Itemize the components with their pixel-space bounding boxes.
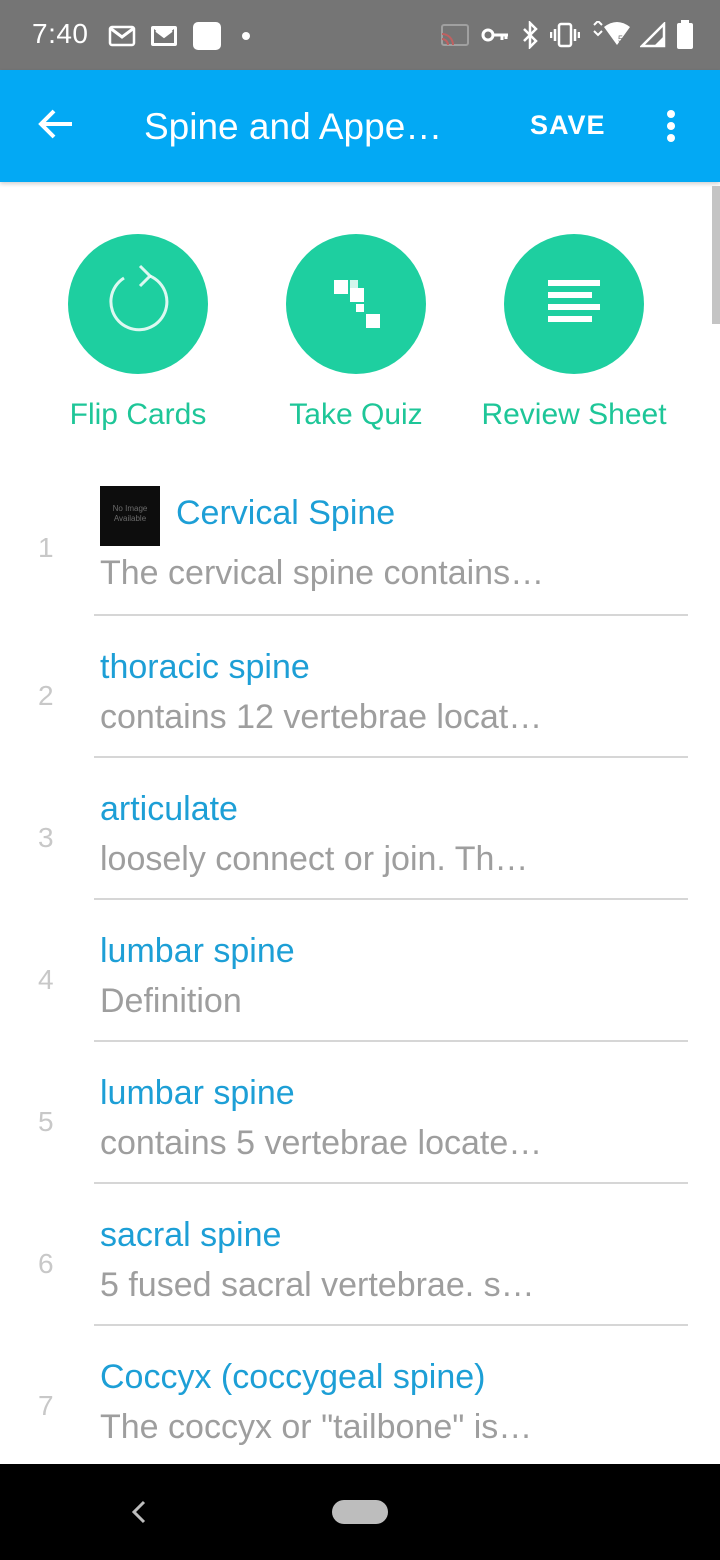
list-item[interactable]: 5 lumbar spine contains 5 vertebrae loca…	[0, 1042, 720, 1184]
refresh-icon	[98, 262, 178, 347]
more-options-button[interactable]	[656, 106, 686, 146]
quiz-grid-icon	[326, 272, 386, 337]
row-number: 6	[38, 1248, 54, 1279]
list-item[interactable]: 2 thoracic spine contains 12 vertebrae l…	[0, 616, 720, 758]
screen: 7:40 5 Spine and Appe… SAVE Flip Cards T…	[0, 0, 720, 1560]
card-definition: The coccyx or "tailbone" is…	[100, 1408, 533, 1446]
status-time: 7:40	[32, 18, 89, 49]
dot-icon	[236, 26, 256, 46]
home-pill-button[interactable]	[332, 1500, 388, 1524]
row-number: 7	[38, 1390, 54, 1421]
wifi-icon: 5	[590, 21, 630, 49]
back-button[interactable]	[36, 106, 76, 146]
flip-cards-button[interactable]: Flip Cards	[38, 234, 238, 432]
take-quiz-button[interactable]: Take Quiz	[256, 234, 456, 432]
row-number: 1	[38, 532, 54, 563]
review-lines-icon	[544, 272, 604, 337]
row-number: 2	[38, 680, 54, 711]
gmail-icon	[108, 25, 136, 47]
card-definition: Definition	[100, 982, 242, 1020]
card-term: Cervical Spine	[176, 494, 396, 532]
list-item[interactable]: 3 articulate loosely connect or join. Th…	[0, 758, 720, 900]
page-title: Spine and Appe…	[144, 106, 443, 147]
card-term: sacral spine	[100, 1216, 282, 1254]
chevron-left-icon	[128, 1500, 150, 1530]
signal-icon	[640, 22, 666, 48]
status-bar: 7:40 5	[0, 0, 720, 70]
navigation-bar	[0, 1464, 720, 1560]
card-definition: loosely connect or join. Th…	[100, 840, 529, 878]
card-term: Coccyx (coccygeal spine)	[100, 1358, 486, 1396]
vibrate-icon	[550, 22, 580, 48]
bluetooth-icon	[520, 21, 540, 49]
take-quiz-circle[interactable]	[286, 234, 426, 374]
row-number: 5	[38, 1106, 54, 1137]
save-button[interactable]: SAVE	[530, 110, 606, 141]
arrow-left-icon	[38, 108, 74, 145]
list-item[interactable]: 6 sacral spine 5 fused sacral vertebrae.…	[0, 1184, 720, 1326]
list-item[interactable]: 4 lumbar spine Definition	[0, 900, 720, 1042]
card-term: articulate	[100, 790, 238, 828]
card-term: thoracic spine	[100, 648, 310, 686]
flip-cards-label: Flip Cards	[69, 398, 207, 431]
svg-text:5: 5	[618, 34, 623, 44]
nav-back-button[interactable]	[128, 1498, 150, 1526]
app-bar: Spine and Appe… SAVE	[0, 70, 720, 182]
list-item[interactable]: 1 No Image Available Cervical Spine The …	[0, 466, 720, 616]
card-definition: The cervical spine contains…	[100, 554, 545, 592]
battery-icon	[676, 20, 694, 50]
list-item[interactable]: 7 Coccyx (coccygeal spine) The coccyx or…	[0, 1326, 720, 1468]
card-term: lumbar spine	[100, 932, 295, 970]
card-definition: contains 12 vertebrae locat…	[100, 698, 543, 736]
scrollbar-thumb[interactable]	[712, 186, 720, 324]
review-sheet-label: Review Sheet	[481, 398, 667, 431]
app-square-icon	[192, 21, 222, 51]
row-number: 3	[38, 822, 54, 853]
card-list: 1 No Image Available Cervical Spine The …	[0, 466, 720, 1468]
gmail-icon	[150, 25, 178, 47]
take-quiz-label: Take Quiz	[289, 398, 423, 431]
flip-cards-circle[interactable]	[68, 234, 208, 374]
vpn-key-icon	[480, 25, 510, 45]
card-definition: 5 fused sacral vertebrae. s…	[100, 1266, 535, 1304]
card-image: No Image Available	[100, 486, 160, 546]
card-term: lumbar spine	[100, 1074, 295, 1112]
review-sheet-circle[interactable]	[504, 234, 644, 374]
row-number: 4	[38, 964, 54, 995]
review-sheet-button[interactable]: Review Sheet	[474, 234, 674, 432]
card-definition: contains 5 vertebrae locate…	[100, 1124, 543, 1162]
cast-icon	[440, 23, 470, 47]
